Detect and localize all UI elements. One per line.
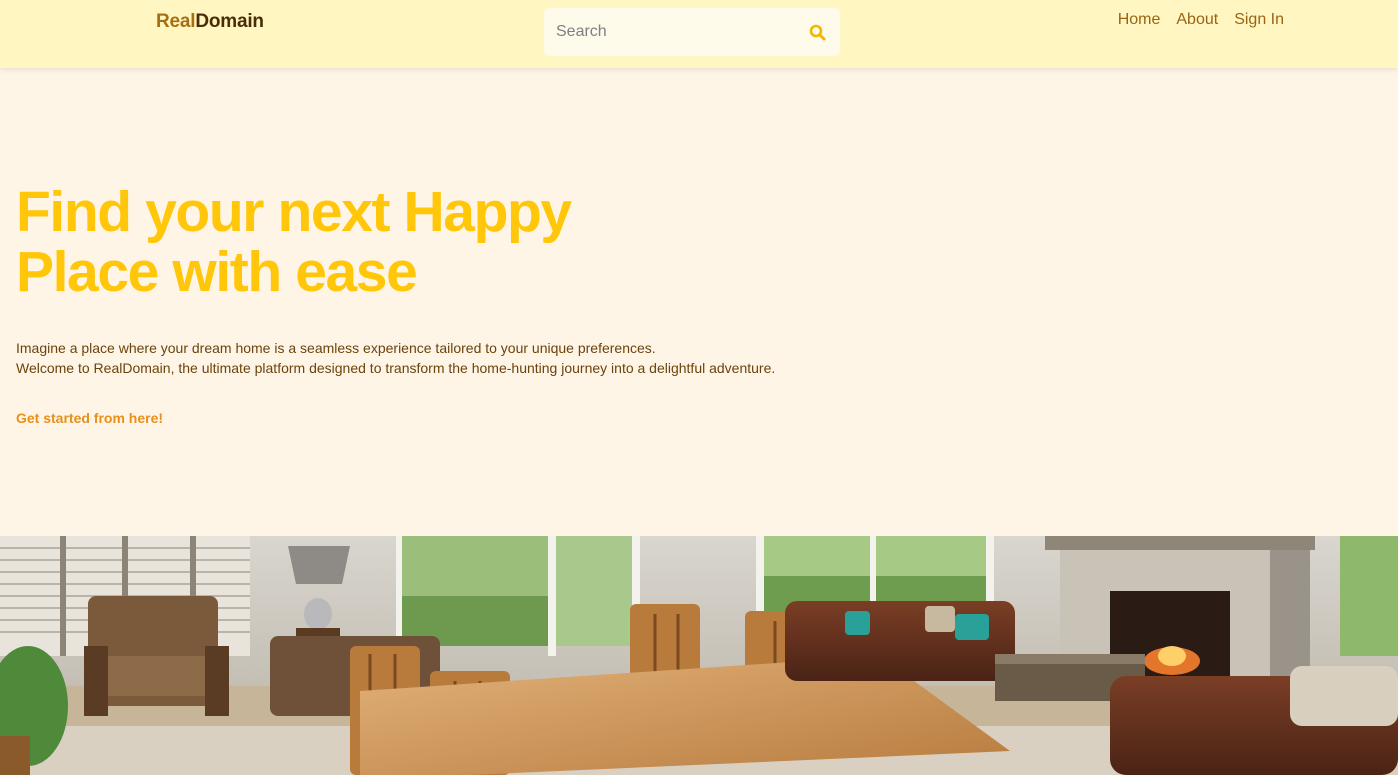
search-box (544, 8, 840, 56)
nav-signin-link[interactable]: Sign In (1234, 11, 1284, 29)
nav-about-link[interactable]: About (1176, 11, 1218, 29)
hero-title-line1: Find your next Happy (16, 180, 572, 244)
living-room-photo (0, 536, 1398, 775)
brand-logo-part1: Real (156, 11, 196, 32)
hero-title-line2: Place with ease (16, 240, 418, 304)
search-button[interactable] (806, 21, 828, 43)
hero-section: Find your next Happy Place with ease Ima… (16, 182, 916, 428)
brand-logo[interactable]: RealDomain (156, 11, 264, 33)
top-navbar: RealDomain Home About Sign In (0, 0, 1398, 68)
living-room-illustration (0, 536, 1398, 775)
hero-title: Find your next Happy Place with ease (16, 182, 636, 302)
search-icon (809, 24, 825, 40)
nav-home-link[interactable]: Home (1118, 11, 1161, 29)
brand-logo-part2: Domain (195, 11, 264, 32)
hero-desc-line2: Welcome to RealDomain, the ultimate plat… (16, 360, 776, 376)
nav-links: Home About Sign In (1118, 11, 1284, 29)
hero-desc-line1: Imagine a place where your dream home is… (16, 340, 656, 356)
search-input[interactable] (556, 23, 806, 41)
get-started-link[interactable]: Get started from here! (16, 410, 163, 426)
hero-description: Imagine a place where your dream home is… (16, 338, 916, 378)
